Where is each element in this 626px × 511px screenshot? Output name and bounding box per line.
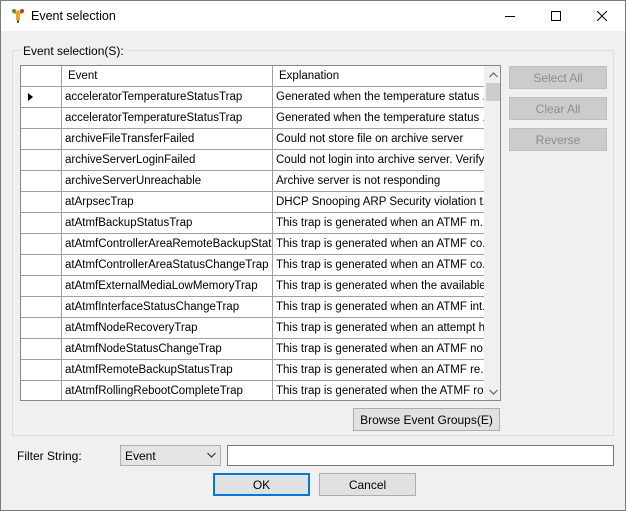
explanation-cell[interactable]: Archive server is not responding <box>273 171 484 192</box>
table-row[interactable]: atAtmfBackupStatusTrap This trap is gener… <box>21 213 484 234</box>
explanation-cell[interactable]: This trap is generated when an ATMF no..… <box>273 339 484 360</box>
grid-vertical-scrollbar[interactable] <box>484 66 500 400</box>
explanation-cell[interactable]: This trap is generated when an ATMF co..… <box>273 234 484 255</box>
row-header[interactable] <box>21 381 62 400</box>
explanation-cell[interactable]: This trap is generated when an attempt h… <box>273 318 484 339</box>
event-cell[interactable]: atAtmfExternalMediaLowMemoryTrap <box>62 276 273 297</box>
event-cell[interactable]: atAtmfControllerAreaRemoteBackupStat... <box>62 234 273 255</box>
explanation-cell[interactable]: Generated when the temperature status ..… <box>273 87 484 108</box>
event-cell[interactable]: archiveServerUnreachable <box>62 171 273 192</box>
row-header[interactable] <box>21 339 62 360</box>
select-all-button[interactable]: Select All <box>509 66 607 89</box>
scroll-down-icon <box>489 389 498 395</box>
event-cell[interactable]: atAtmfNodeStatusChangeTrap <box>62 339 273 360</box>
table-row[interactable]: atAtmfNodeStatusChangeTrap This trap is g… <box>21 339 484 360</box>
row-header[interactable] <box>21 87 62 108</box>
app-icon <box>12 9 24 23</box>
row-header[interactable] <box>21 129 62 150</box>
event-cell[interactable]: atAtmfBackupStatusTrap <box>62 213 273 234</box>
row-header[interactable] <box>21 150 62 171</box>
column-header-event[interactable]: Event <box>62 66 273 87</box>
chevron-down-icon <box>207 452 216 458</box>
table-row[interactable]: atAtmfControllerAreaStatusChangeTrap This… <box>21 255 484 276</box>
filter-type-value: Event <box>125 449 156 463</box>
explanation-cell[interactable]: Could not login into archive server. Ver… <box>273 150 484 171</box>
explanation-cell[interactable]: This trap is generated when an ATMF m... <box>273 213 484 234</box>
table-row[interactable]: atAtmfInterfaceStatusChangeTrap This trap… <box>21 297 484 318</box>
table-row[interactable]: acceleratorTemperatureStatusTrap Generate… <box>21 87 484 108</box>
event-cell[interactable]: archiveServerLoginFailed <box>62 150 273 171</box>
explanation-cell[interactable]: This trap is generated when the ATMF ro.… <box>273 381 484 400</box>
table-row[interactable]: archiveFileTransferFailed Could not store… <box>21 129 484 150</box>
event-cell[interactable]: acceleratorTemperatureStatusTrap <box>62 87 273 108</box>
event-grid-body: Event Explanation acceleratorTemperature… <box>21 66 484 400</box>
row-header[interactable] <box>21 255 62 276</box>
row-header[interactable] <box>21 360 62 381</box>
current-row-arrow-icon <box>28 93 33 101</box>
browse-event-groups-button[interactable]: Browse Event Groups(E) <box>353 408 500 431</box>
table-row[interactable]: atAtmfExternalMediaLowMemoryTrap This tra… <box>21 276 484 297</box>
event-cell[interactable]: atAtmfInterfaceStatusChangeTrap <box>62 297 273 318</box>
row-header[interactable] <box>21 213 62 234</box>
table-row[interactable]: archiveServerLoginFailed Could not login … <box>21 150 484 171</box>
event-cell[interactable]: atAtmfNodeRecoveryTrap <box>62 318 273 339</box>
window-title: Event selection <box>31 9 116 23</box>
event-grid[interactable]: Event Explanation acceleratorTemperature… <box>20 65 501 401</box>
filter-string-label: Filter String: <box>17 449 82 463</box>
title-bar[interactable]: Event selection <box>1 1 625 31</box>
row-header[interactable] <box>21 234 62 255</box>
event-selection-label: Event selection(S): <box>21 44 126 58</box>
row-header[interactable] <box>21 192 62 213</box>
explanation-cell[interactable]: This trap is generated when an ATMF int.… <box>273 297 484 318</box>
row-header[interactable] <box>21 276 62 297</box>
close-icon <box>597 11 607 21</box>
scroll-up-button[interactable] <box>485 66 500 83</box>
close-button[interactable] <box>579 1 625 31</box>
filter-type-select[interactable]: Event <box>120 445 221 466</box>
event-cell[interactable]: atAtmfRemoteBackupStatusTrap <box>62 360 273 381</box>
explanation-cell[interactable]: DHCP Snooping ARP Security violation t..… <box>273 192 484 213</box>
row-header[interactable] <box>21 297 62 318</box>
grid-header-row: Event Explanation <box>21 66 484 87</box>
explanation-cell[interactable]: This trap is generated when an ATMF co..… <box>273 255 484 276</box>
ok-button[interactable]: OK <box>213 473 310 496</box>
table-row[interactable]: acceleratorTemperatureStatusTrap Generate… <box>21 108 484 129</box>
column-header-explanation[interactable]: Explanation <box>273 66 484 87</box>
explanation-cell[interactable]: This trap is generated when the availabl… <box>273 276 484 297</box>
table-row[interactable]: archiveServerUnreachable Archive server i… <box>21 171 484 192</box>
clear-all-button[interactable]: Clear All <box>509 97 607 120</box>
event-cell[interactable]: atAtmfRollingRebootCompleteTrap <box>62 381 273 400</box>
cancel-button[interactable]: Cancel <box>319 473 416 496</box>
explanation-cell[interactable]: This trap is generated when an ATMF re..… <box>273 360 484 381</box>
event-cell[interactable]: acceleratorTemperatureStatusTrap <box>62 108 273 129</box>
explanation-cell[interactable]: Could not store file on archive server <box>273 129 484 150</box>
row-header[interactable] <box>21 108 62 129</box>
table-row[interactable]: atAtmfRemoteBackupStatusTrap This trap is… <box>21 360 484 381</box>
dialog-window: Event selection Event selection(S): Even… <box>0 0 626 511</box>
minimize-button[interactable] <box>487 1 533 31</box>
scroll-thumb[interactable] <box>486 83 500 101</box>
table-row[interactable]: atAtmfRollingRebootCompleteTrap This trap… <box>21 381 484 400</box>
scroll-up-icon <box>489 71 498 77</box>
scroll-down-button[interactable] <box>485 383 500 400</box>
row-header[interactable] <box>21 318 62 339</box>
maximize-icon <box>551 11 561 21</box>
reverse-button[interactable]: Reverse <box>509 128 607 151</box>
table-row[interactable]: atAtmfNodeRecoveryTrap This trap is gener… <box>21 318 484 339</box>
filter-string-input[interactable] <box>227 445 614 466</box>
event-cell[interactable]: atAtmfControllerAreaStatusChangeTrap <box>62 255 273 276</box>
minimize-icon <box>505 16 515 17</box>
explanation-cell[interactable]: Generated when the temperature status ..… <box>273 108 484 129</box>
maximize-button[interactable] <box>533 1 579 31</box>
event-cell[interactable]: atArpsecTrap <box>62 192 273 213</box>
table-row[interactable]: atArpsecTrap DHCP Snooping ARP Security v… <box>21 192 484 213</box>
table-row[interactable]: atAtmfControllerAreaRemoteBackupStat... T… <box>21 234 484 255</box>
event-cell[interactable]: archiveFileTransferFailed <box>62 129 273 150</box>
row-header[interactable] <box>21 171 62 192</box>
row-header-corner <box>21 66 62 87</box>
